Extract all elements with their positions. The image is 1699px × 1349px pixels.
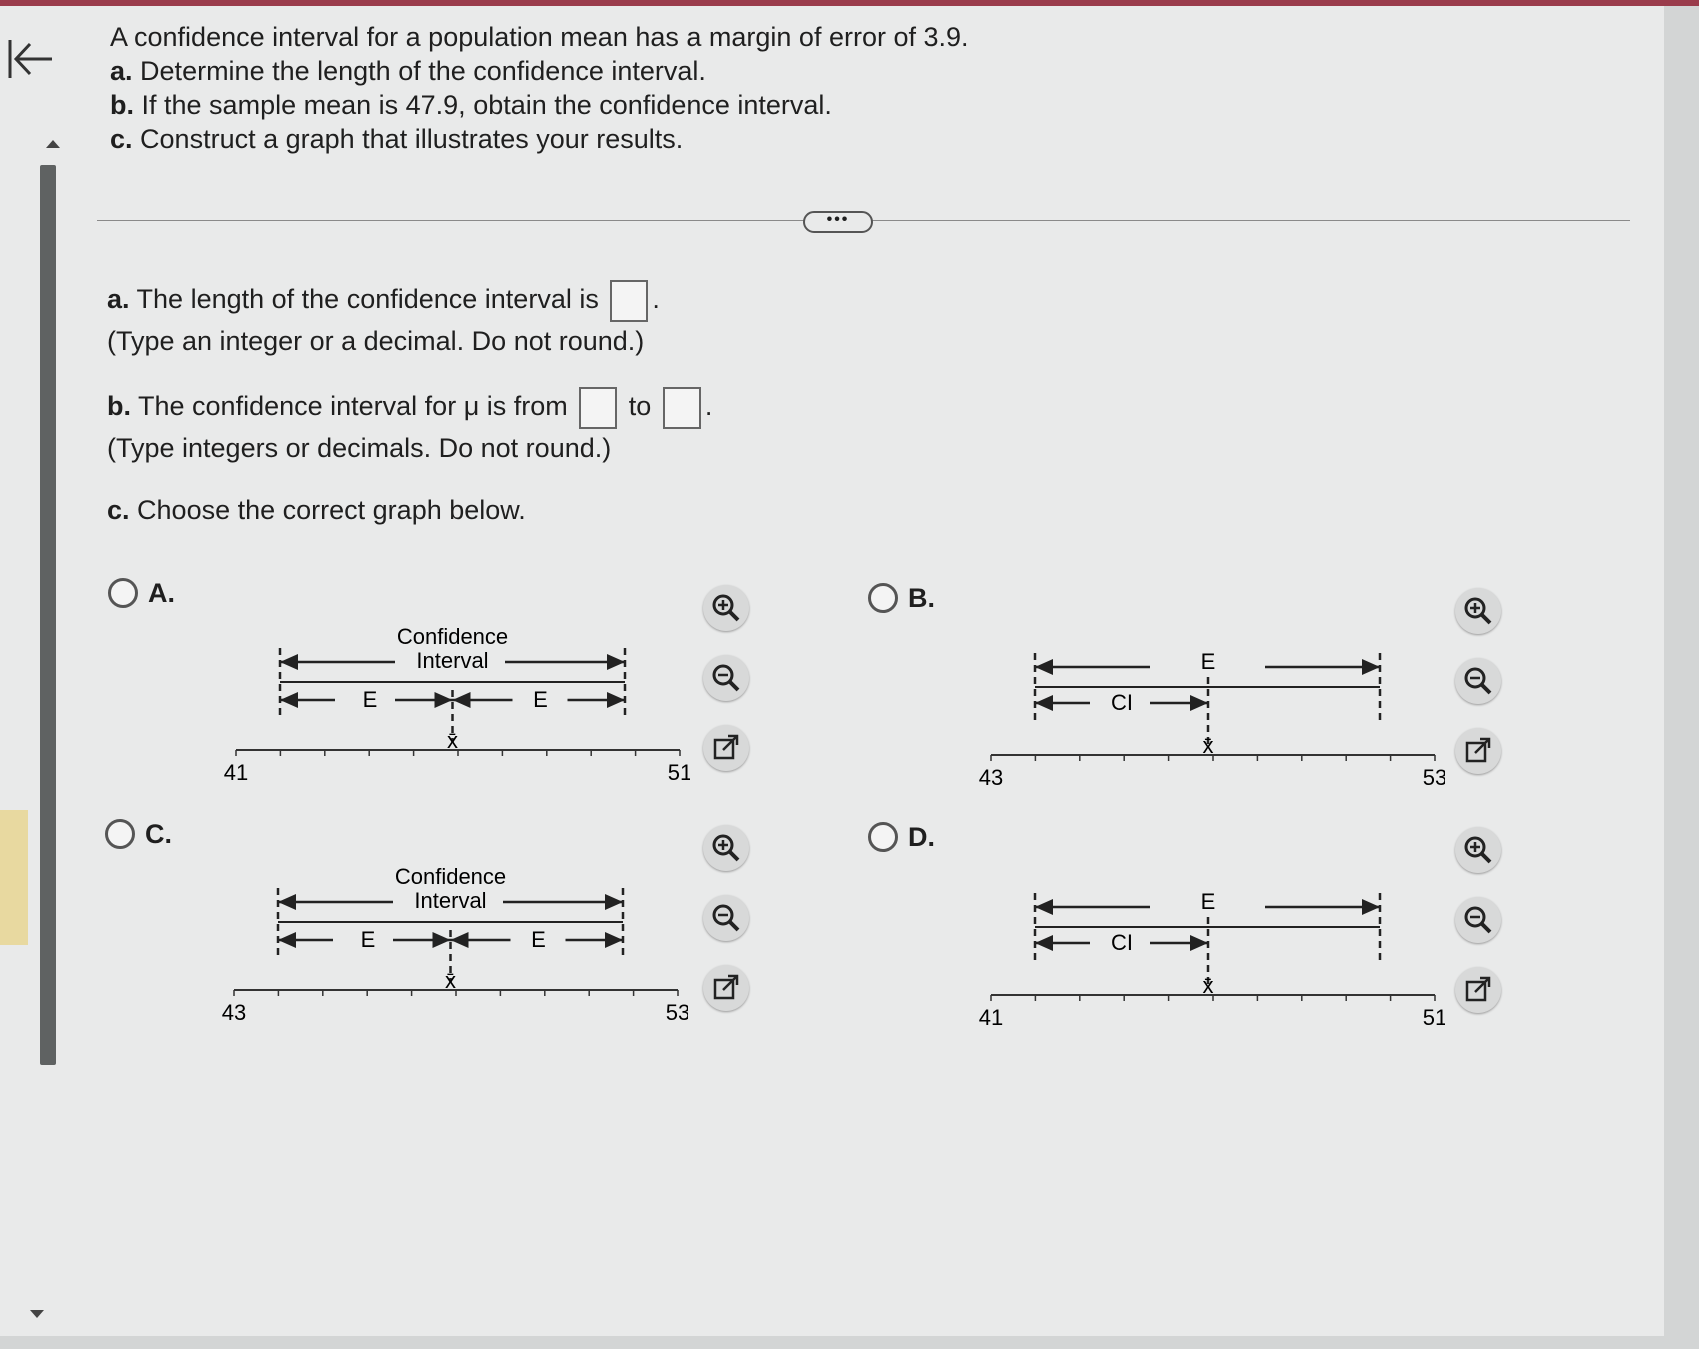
ci-arrowhead-left <box>1035 695 1053 711</box>
xbar-label: x̄ <box>445 968 456 993</box>
answer-c: c. Choose the correct graph below. <box>107 495 526 525</box>
ci-arrowhead-right <box>607 654 625 670</box>
bottom-edge <box>0 1336 1664 1349</box>
option-d-graph: 41 51 E CI x̄ <box>979 889 1445 1030</box>
option-b-zoom-in-icon[interactable] <box>1455 588 1501 634</box>
e-arrowhead-right-2 <box>607 692 625 708</box>
option-b-graph: 43 53 E CI x̄ <box>979 649 1445 790</box>
e-arrowhead-left-2 <box>450 932 469 948</box>
axis-max-label: 53 <box>666 1000 688 1025</box>
ci-upper-input[interactable] <box>662 387 701 429</box>
e-label: E <box>1201 649 1216 674</box>
option-d-radio[interactable] <box>868 822 898 852</box>
option-a-graph: 41 51 ConfidenceInterval E Ex̄ <box>224 624 690 785</box>
axis-min-label: 43 <box>979 765 1003 790</box>
e-arrowhead-right <box>1362 899 1380 915</box>
option-a-radio[interactable] <box>108 578 138 608</box>
e-arrowhead-left <box>1035 659 1053 675</box>
option-b-radio[interactable] <box>868 583 898 613</box>
back-arrow-icon[interactable] <box>4 34 56 86</box>
question-part-b: b. If the sample mean is 47.9, obtain th… <box>110 90 832 120</box>
e-label-left: E <box>363 687 378 712</box>
axis-max-label: 51 <box>668 760 690 785</box>
axis-min-label: 41 <box>979 1005 1003 1030</box>
e-label-left: E <box>361 927 376 952</box>
option-a-external-link-icon[interactable] <box>703 725 749 771</box>
e-arrowhead-right-1 <box>434 692 453 708</box>
question-text: A confidence interval for a population m… <box>110 20 969 156</box>
e-arrowhead-left-1 <box>278 932 296 948</box>
axis-min-label: 41 <box>224 760 248 785</box>
question-intro: A confidence interval for a population m… <box>110 22 969 52</box>
ci-arrowhead-right <box>605 894 623 910</box>
option-c-radio[interactable] <box>105 819 135 849</box>
axis-max-label: 53 <box>1423 765 1445 790</box>
ci-arrowhead-right <box>1190 695 1208 711</box>
e-arrowhead-right-1 <box>432 932 451 948</box>
option-c-zoom-in-icon[interactable] <box>703 825 749 871</box>
option-b-label: B. <box>908 583 935 613</box>
ci-label: Confidence <box>397 624 508 649</box>
sidebar-highlight <box>0 810 28 945</box>
e-label-right: E <box>533 687 548 712</box>
scrollbar-thumb[interactable] <box>40 165 56 1065</box>
option-b-external-link-icon[interactable] <box>1455 728 1501 774</box>
e-label: E <box>1201 889 1216 914</box>
option-a-label: A. <box>148 578 175 608</box>
e-arrowhead-left <box>1035 899 1053 915</box>
question-part-c: c. Construct a graph that illustrates yo… <box>110 124 684 154</box>
option-a-zoom-in-icon[interactable] <box>703 585 749 631</box>
ci-label-2: Interval <box>414 888 486 913</box>
e-arrowhead-right-2 <box>605 932 623 948</box>
ci-label: CI <box>1111 930 1133 955</box>
ci-label: CI <box>1111 690 1133 715</box>
option-d-external-link-icon[interactable] <box>1455 967 1501 1013</box>
e-label-right: E <box>531 927 546 952</box>
axis-min-label: 43 <box>222 1000 246 1025</box>
question-part-a: a. Determine the length of the confidenc… <box>110 56 706 86</box>
option-a-zoom-out-icon[interactable] <box>703 655 749 701</box>
ci-length-input[interactable] <box>610 280 649 322</box>
option-c-zoom-out-icon[interactable] <box>703 895 749 941</box>
ci-arrowhead-left <box>278 894 296 910</box>
ci-lower-input[interactable] <box>579 387 618 429</box>
e-arrowhead-left-1 <box>280 692 298 708</box>
axis-max-label: 51 <box>1423 1005 1445 1030</box>
xbar-label: x̄ <box>1203 973 1214 998</box>
option-c-external-link-icon[interactable] <box>703 965 749 1011</box>
option-d-zoom-out-icon[interactable] <box>1455 897 1501 943</box>
answer-b: b. The confidence interval for μ is from… <box>107 387 712 467</box>
ci-arrowhead-left <box>280 654 298 670</box>
ci-label-2: Interval <box>416 648 488 673</box>
option-c-label: C. <box>145 819 172 849</box>
ci-arrowhead-right <box>1190 935 1208 951</box>
scroll-down-arrow-icon[interactable] <box>30 1310 44 1318</box>
option-d-zoom-in-icon[interactable] <box>1455 827 1501 873</box>
more-button[interactable]: ••• <box>803 211 873 233</box>
scroll-up-arrow-icon[interactable] <box>46 140 60 148</box>
option-c-graph: 43 53 ConfidenceInterval E Ex̄ <box>222 864 688 1025</box>
ci-arrowhead-left <box>1035 935 1053 951</box>
xbar-label: x̄ <box>1203 733 1214 758</box>
option-d-label: D. <box>908 822 935 852</box>
answer-a: a. The length of the confidence interval… <box>107 280 660 360</box>
ci-label: Confidence <box>395 864 506 889</box>
xbar-label: x̄ <box>447 728 458 753</box>
right-edge <box>1664 6 1699 1349</box>
option-b-zoom-out-icon[interactable] <box>1455 658 1501 704</box>
e-arrowhead-right <box>1362 659 1380 675</box>
e-arrowhead-left-2 <box>452 692 471 708</box>
